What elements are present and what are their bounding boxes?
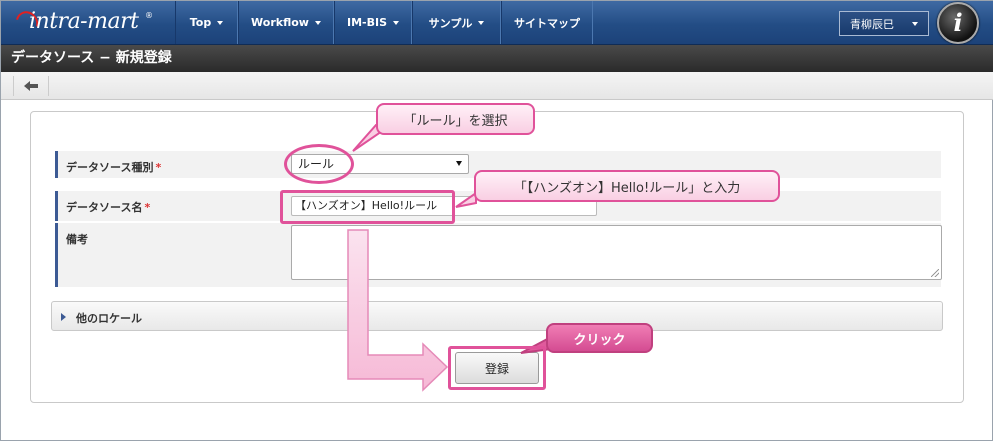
callout-select-rule: 「ルール」を選択 — [376, 103, 535, 135]
other-locale-accordion[interactable]: 他のロケール — [51, 301, 943, 331]
info-glyph: i — [953, 8, 963, 37]
chevron-down-icon — [478, 20, 485, 25]
info-menu-icon[interactable]: i — [937, 2, 979, 44]
datasource-name-label-text: データソース名 — [66, 201, 143, 214]
nav-im-bis[interactable]: IM-BIS — [334, 1, 412, 44]
remarks-label: 備考 — [66, 233, 88, 246]
chevron-down-icon — [314, 20, 321, 25]
nav-sample[interactable]: サンプル — [412, 1, 501, 44]
highlight-ellipse — [284, 144, 354, 184]
other-locale-label: 他のロケール — [76, 312, 142, 325]
nav-im-bis-label: IM-BIS — [346, 16, 387, 29]
dropdown-arrow-icon — [456, 161, 462, 166]
back-arrow-icon — [24, 81, 38, 91]
nav-sitemap[interactable]: サイトマップ — [501, 1, 593, 44]
nav-top-label: Top — [189, 16, 212, 29]
required-mark: * — [144, 201, 151, 214]
nav-sample-label: サンプル — [428, 16, 473, 30]
user-menu-dropdown[interactable]: 青柳辰巳 — [839, 11, 929, 36]
chevron-down-icon — [912, 22, 918, 26]
nav-top[interactable]: Top — [175, 1, 238, 44]
highlight-rect-button — [448, 346, 546, 390]
highlight-rect-input — [280, 190, 455, 224]
remarks-textarea[interactable] — [291, 225, 942, 280]
callout-click: クリック — [546, 323, 653, 353]
chevron-down-icon — [393, 20, 399, 25]
back-button[interactable] — [13, 76, 49, 96]
datasource-name-label: データソース名 * — [66, 199, 150, 215]
user-name: 青柳辰巳 — [850, 17, 894, 31]
page-toolbar — [1, 72, 993, 100]
nav-workflow-label: Workflow — [251, 16, 309, 29]
chevron-down-icon — [217, 20, 224, 25]
nav-workflow[interactable]: Workflow — [238, 1, 334, 44]
datasource-type-label-text: データソース種別 — [66, 161, 154, 174]
intra-mart-logo[interactable]: intra-mart ® — [9, 5, 169, 41]
page-title: データソース − 新規登録 — [1, 45, 993, 72]
resize-grip-icon[interactable] — [931, 269, 939, 277]
logo-text: intra-mart — [29, 9, 139, 34]
global-navbar: intra-mart ® Top Workflow IM-BIS サンプル サイ… — [1, 1, 993, 45]
nav-sitemap-label: サイトマップ — [514, 16, 580, 30]
expand-triangle-icon — [61, 313, 66, 321]
required-mark: * — [155, 161, 162, 174]
datasource-type-label: データソース種別 * — [66, 159, 161, 175]
registered-mark: ® — [145, 11, 153, 20]
callout-input-name: 「【ハンズオン】Hello!ルール」と入力 — [474, 170, 780, 202]
